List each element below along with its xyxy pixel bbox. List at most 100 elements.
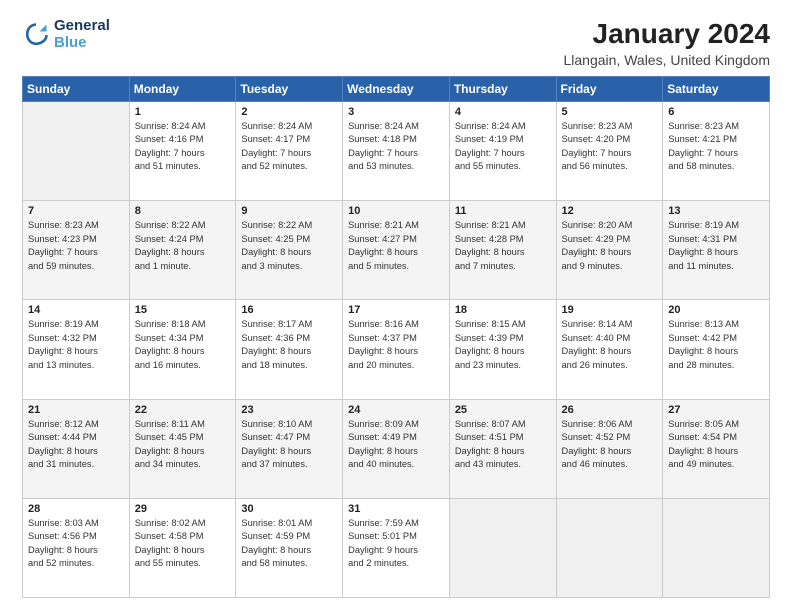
day-detail: Sunrise: 8:20 AM Sunset: 4:29 PM Dayligh… (562, 219, 658, 273)
day-number: 25 (455, 404, 551, 416)
col-thursday: Thursday (449, 77, 556, 102)
calendar-week-row: 21 Sunrise: 8:12 AM Sunset: 4:44 PM Dayli… (23, 399, 770, 498)
day-number: 19 (562, 304, 658, 316)
logo-text: General Blue (54, 18, 110, 51)
day-number: 26 (562, 404, 658, 416)
day-number: 16 (241, 304, 337, 316)
table-cell: 26Sunrise: 8:06 AM Sunset: 4:52 PM Dayli… (556, 399, 663, 498)
day-detail: Sunrise: 8:22 AM Sunset: 4:24 PM Dayligh… (135, 219, 231, 273)
day-detail: Sunrise: 8:12 AM Sunset: 4:44 PM Dayligh… (28, 418, 124, 472)
table-cell: 24 Sunrise: 8:09 AM Sunset: 4:49 PM Dayli… (343, 399, 450, 498)
day-detail: Sunrise: 8:18 AM Sunset: 4:34 PM Dayligh… (135, 318, 231, 372)
day-detail: Sunrise: 8:07 AM Sunset: 4:51 PM Dayligh… (455, 418, 551, 472)
table-cell: 22 Sunrise: 8:11 AM Sunset: 4:45 PM Dayli… (129, 399, 236, 498)
table-cell: 3 Sunrise: 8:24 AM Sunset: 4:18 PM Daylig… (343, 102, 450, 201)
day-number: 20 (668, 304, 764, 316)
table-cell: 27 Sunrise: 8:05 AM Sunset: 4:54 PM Dayli… (663, 399, 770, 498)
table-cell: 31 Sunrise: 7:59 AM Sunset: 5:01 PM Dayli… (343, 498, 450, 597)
table-cell: 23 Sunrise: 8:10 AM Sunset: 4:47 PM Dayli… (236, 399, 343, 498)
table-cell: 14Sunrise: 8:19 AM Sunset: 4:32 PM Dayli… (23, 300, 130, 399)
day-number: 8 (135, 205, 231, 217)
col-monday: Monday (129, 77, 236, 102)
day-detail: Sunrise: 8:24 AM Sunset: 4:18 PM Dayligh… (348, 120, 444, 174)
title-block: January 2024 Llangain, Wales, United Kin… (564, 18, 771, 68)
day-number: 11 (455, 205, 551, 217)
table-cell: 16 Sunrise: 8:17 AM Sunset: 4:36 PM Dayli… (236, 300, 343, 399)
day-detail: Sunrise: 8:11 AM Sunset: 4:45 PM Dayligh… (135, 418, 231, 472)
day-detail: Sunrise: 8:15 AM Sunset: 4:39 PM Dayligh… (455, 318, 551, 372)
day-detail: Sunrise: 8:17 AM Sunset: 4:36 PM Dayligh… (241, 318, 337, 372)
day-detail: Sunrise: 8:09 AM Sunset: 4:49 PM Dayligh… (348, 418, 444, 472)
day-detail: Sunrise: 8:13 AM Sunset: 4:42 PM Dayligh… (668, 318, 764, 372)
day-number: 13 (668, 205, 764, 217)
day-detail: Sunrise: 8:23 AM Sunset: 4:21 PM Dayligh… (668, 120, 764, 174)
day-number: 9 (241, 205, 337, 217)
calendar-table: Sunday Monday Tuesday Wednesday Thursday… (22, 76, 770, 598)
day-detail: Sunrise: 8:16 AM Sunset: 4:37 PM Dayligh… (348, 318, 444, 372)
calendar-header-row: Sunday Monday Tuesday Wednesday Thursday… (23, 77, 770, 102)
day-number: 17 (348, 304, 444, 316)
day-number: 3 (348, 106, 444, 118)
table-cell: 6 Sunrise: 8:23 AM Sunset: 4:21 PM Daylig… (663, 102, 770, 201)
table-cell: 9 Sunrise: 8:22 AM Sunset: 4:25 PM Daylig… (236, 201, 343, 300)
day-detail: Sunrise: 8:10 AM Sunset: 4:47 PM Dayligh… (241, 418, 337, 472)
table-cell: 11Sunrise: 8:21 AM Sunset: 4:28 PM Dayli… (449, 201, 556, 300)
col-tuesday: Tuesday (236, 77, 343, 102)
calendar-week-row: 1 Sunrise: 8:24 AM Sunset: 4:16 PM Daylig… (23, 102, 770, 201)
table-cell: 5 Sunrise: 8:23 AM Sunset: 4:20 PM Daylig… (556, 102, 663, 201)
day-number: 23 (241, 404, 337, 416)
table-cell (23, 102, 130, 201)
day-number: 27 (668, 404, 764, 416)
day-number: 24 (348, 404, 444, 416)
table-cell: 18 Sunrise: 8:15 AM Sunset: 4:39 PM Dayli… (449, 300, 556, 399)
day-number: 1 (135, 106, 231, 118)
table-cell: 17 Sunrise: 8:16 AM Sunset: 4:37 PM Dayli… (343, 300, 450, 399)
table-cell: 20 Sunrise: 8:13 AM Sunset: 4:42 PM Dayli… (663, 300, 770, 399)
day-detail: Sunrise: 8:01 AM Sunset: 4:59 PM Dayligh… (241, 517, 337, 571)
table-cell: 13 Sunrise: 8:19 AM Sunset: 4:31 PM Dayli… (663, 201, 770, 300)
day-number: 10 (348, 205, 444, 217)
day-number: 22 (135, 404, 231, 416)
day-detail: Sunrise: 8:02 AM Sunset: 4:58 PM Dayligh… (135, 517, 231, 571)
day-detail: Sunrise: 8:22 AM Sunset: 4:25 PM Dayligh… (241, 219, 337, 273)
day-number: 21 (28, 404, 124, 416)
col-saturday: Saturday (663, 77, 770, 102)
table-cell (663, 498, 770, 597)
table-cell: 7 Sunrise: 8:23 AM Sunset: 4:23 PM Daylig… (23, 201, 130, 300)
day-number: 29 (135, 503, 231, 515)
day-detail: Sunrise: 8:24 AM Sunset: 4:19 PM Dayligh… (455, 120, 551, 174)
day-detail: Sunrise: 8:24 AM Sunset: 4:17 PM Dayligh… (241, 120, 337, 174)
calendar-week-row: 28 Sunrise: 8:03 AM Sunset: 4:56 PM Dayli… (23, 498, 770, 597)
day-detail: Sunrise: 8:03 AM Sunset: 4:56 PM Dayligh… (28, 517, 124, 571)
table-cell (556, 498, 663, 597)
page: General Blue January 2024 Llangain, Wale… (0, 0, 792, 612)
day-detail: Sunrise: 7:59 AM Sunset: 5:01 PM Dayligh… (348, 517, 444, 571)
table-cell: 10Sunrise: 8:21 AM Sunset: 4:27 PM Dayli… (343, 201, 450, 300)
day-number: 5 (562, 106, 658, 118)
day-number: 28 (28, 503, 124, 515)
table-cell: 29 Sunrise: 8:02 AM Sunset: 4:58 PM Dayli… (129, 498, 236, 597)
day-detail: Sunrise: 8:23 AM Sunset: 4:23 PM Dayligh… (28, 219, 124, 273)
day-number: 18 (455, 304, 551, 316)
table-cell: 30Sunrise: 8:01 AM Sunset: 4:59 PM Dayli… (236, 498, 343, 597)
col-wednesday: Wednesday (343, 77, 450, 102)
table-cell: 25 Sunrise: 8:07 AM Sunset: 4:51 PM Dayli… (449, 399, 556, 498)
day-detail: Sunrise: 8:05 AM Sunset: 4:54 PM Dayligh… (668, 418, 764, 472)
day-detail: Sunrise: 8:14 AM Sunset: 4:40 PM Dayligh… (562, 318, 658, 372)
header: General Blue January 2024 Llangain, Wale… (22, 18, 770, 68)
day-number: 7 (28, 205, 124, 217)
day-number: 14 (28, 304, 124, 316)
day-detail: Sunrise: 8:19 AM Sunset: 4:31 PM Dayligh… (668, 219, 764, 273)
day-detail: Sunrise: 8:24 AM Sunset: 4:16 PM Dayligh… (135, 120, 231, 174)
table-cell: 4Sunrise: 8:24 AM Sunset: 4:19 PM Daylig… (449, 102, 556, 201)
col-friday: Friday (556, 77, 663, 102)
day-number: 2 (241, 106, 337, 118)
day-number: 31 (348, 503, 444, 515)
calendar-week-row: 7 Sunrise: 8:23 AM Sunset: 4:23 PM Daylig… (23, 201, 770, 300)
table-cell: 1 Sunrise: 8:24 AM Sunset: 4:16 PM Daylig… (129, 102, 236, 201)
day-number: 6 (668, 106, 764, 118)
logo: General Blue (22, 18, 110, 51)
table-cell: 2 Sunrise: 8:24 AM Sunset: 4:17 PM Daylig… (236, 102, 343, 201)
day-detail: Sunrise: 8:23 AM Sunset: 4:20 PM Dayligh… (562, 120, 658, 174)
table-cell: 15Sunrise: 8:18 AM Sunset: 4:34 PM Dayli… (129, 300, 236, 399)
